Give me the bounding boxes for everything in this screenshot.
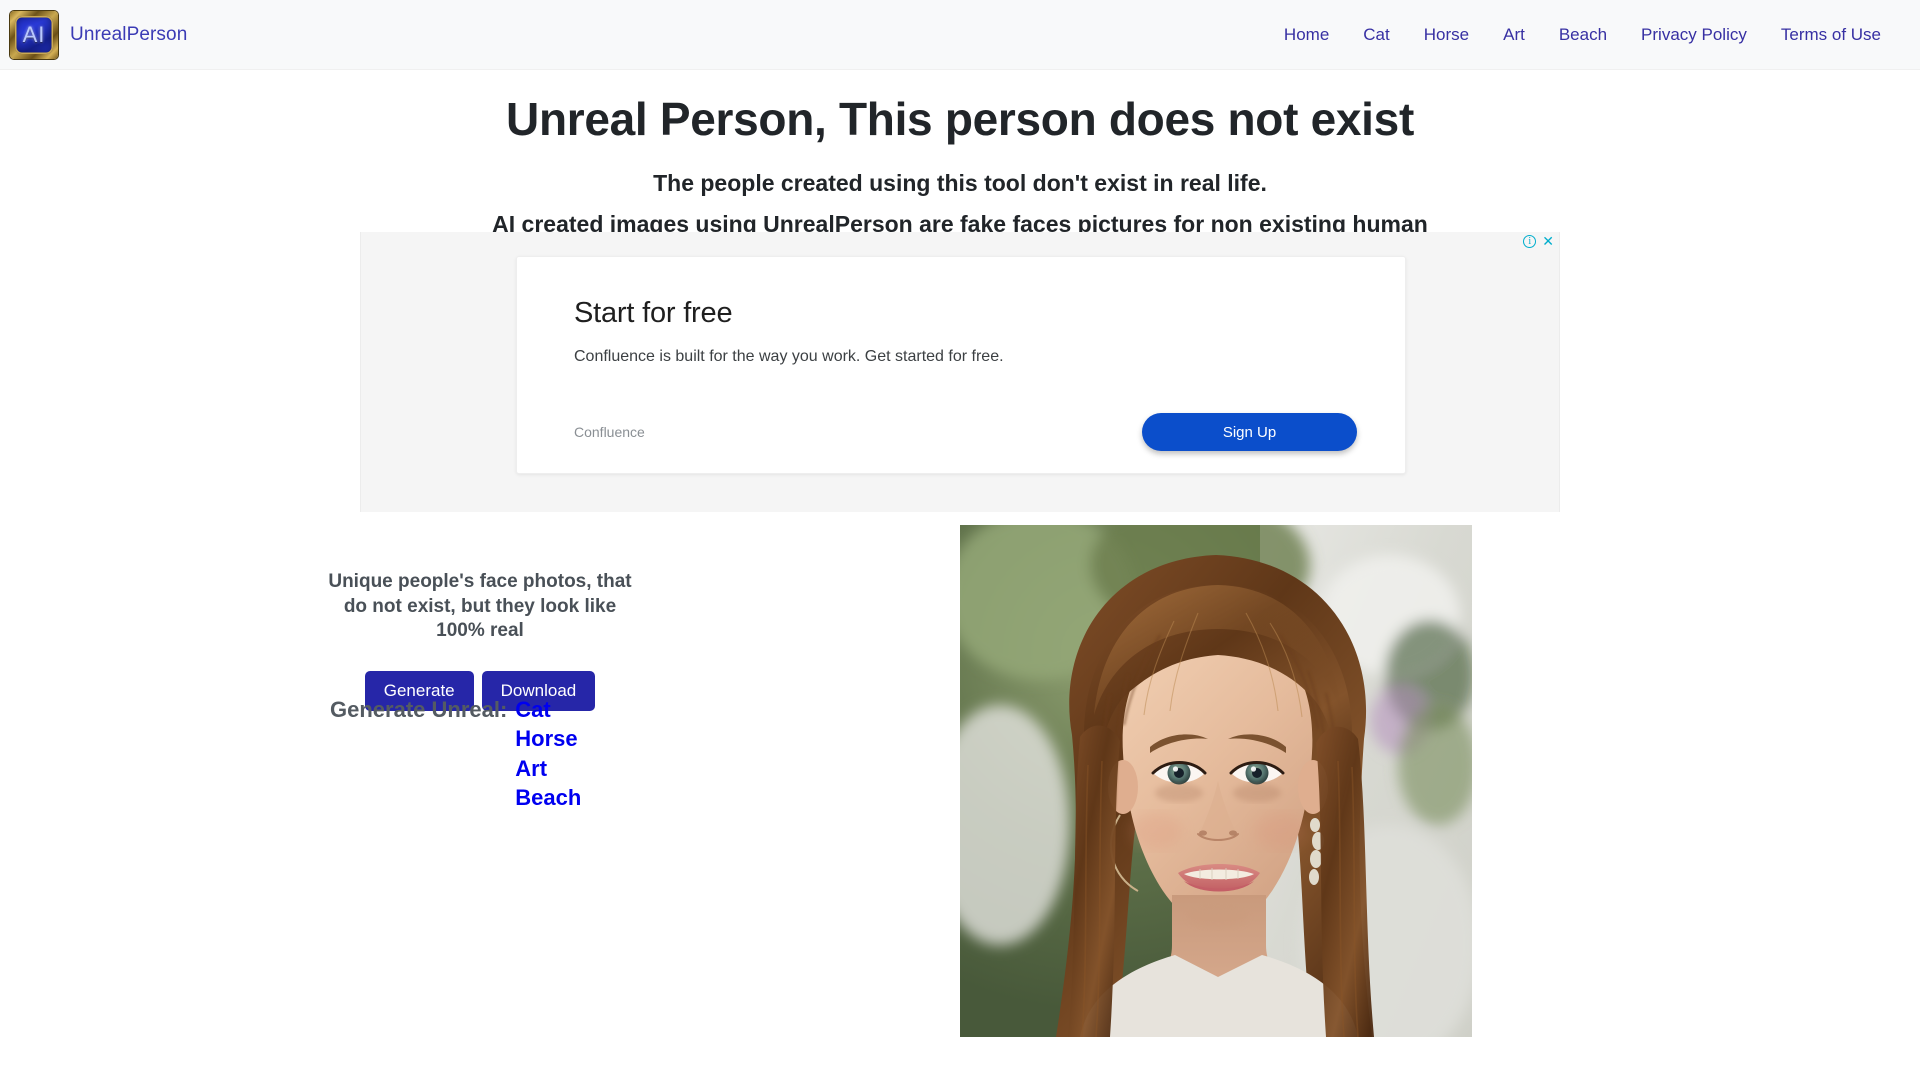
nav-item-cat[interactable]: Cat <box>1346 17 1406 53</box>
hero-subtitle-1: The people created using this tool don't… <box>653 170 1267 196</box>
nav-item-privacy-policy[interactable]: Privacy Policy <box>1624 17 1764 53</box>
nav-item-beach[interactable]: Beach <box>1542 17 1624 53</box>
generated-face-image[interactable] <box>960 525 1472 1037</box>
generate-unreal-links: Cat Horse Art Beach <box>515 695 581 812</box>
generate-link-art[interactable]: Art <box>515 754 581 783</box>
ad-advertiser-name: Confluence <box>574 424 645 440</box>
ad-footer: Confluence Sign Up <box>574 413 1357 451</box>
nav-item-horse[interactable]: Horse <box>1407 17 1486 53</box>
primary-navigation: Home Cat Horse Art Beach Privacy Policy … <box>1267 17 1898 53</box>
generate-link-beach[interactable]: Beach <box>515 783 581 812</box>
ad-headline: Start for free <box>574 297 733 329</box>
nav-item-art[interactable]: Art <box>1486 17 1542 53</box>
generate-unreal-label: Generate Unreal: <box>330 697 508 722</box>
brand-name: UnrealPerson <box>70 23 188 45</box>
ad-choices-controls: i ✕ <box>1523 234 1554 248</box>
generate-link-cat[interactable]: Cat <box>515 695 581 724</box>
ad-creative-card[interactable]: Start for free Confluence is built for t… <box>516 256 1406 474</box>
ad-close-icon[interactable]: ✕ <box>1542 234 1554 248</box>
ad-signup-button[interactable]: Sign Up <box>1142 413 1357 451</box>
logo-letters: AI <box>22 21 46 47</box>
generator-tagline: Unique people's face photos, that do not… <box>328 571 632 642</box>
ad-info-icon[interactable]: i <box>1523 234 1537 248</box>
ai-badge-icon: AI <box>10 10 58 59</box>
site-header: AI UnrealPerson Home Cat Horse Art Beach… <box>0 0 1920 70</box>
page-title: Unreal Person, This person does not exis… <box>506 93 1414 145</box>
ad-body-text: Confluence is built for the way you work… <box>574 348 1004 365</box>
generator-panel: Unique people's face photos, that do not… <box>320 570 640 712</box>
generate-link-horse[interactable]: Horse <box>515 724 581 753</box>
nav-item-terms-of-use[interactable]: Terms of Use <box>1764 17 1898 53</box>
advertisement-container: i ✕ Start for free Confluence is built f… <box>360 232 1560 512</box>
nav-item-home[interactable]: Home <box>1267 17 1346 53</box>
brand-link[interactable]: AI UnrealPerson <box>10 10 188 59</box>
generate-unreal-section: Generate Unreal: Cat Horse Art Beach <box>330 695 581 812</box>
